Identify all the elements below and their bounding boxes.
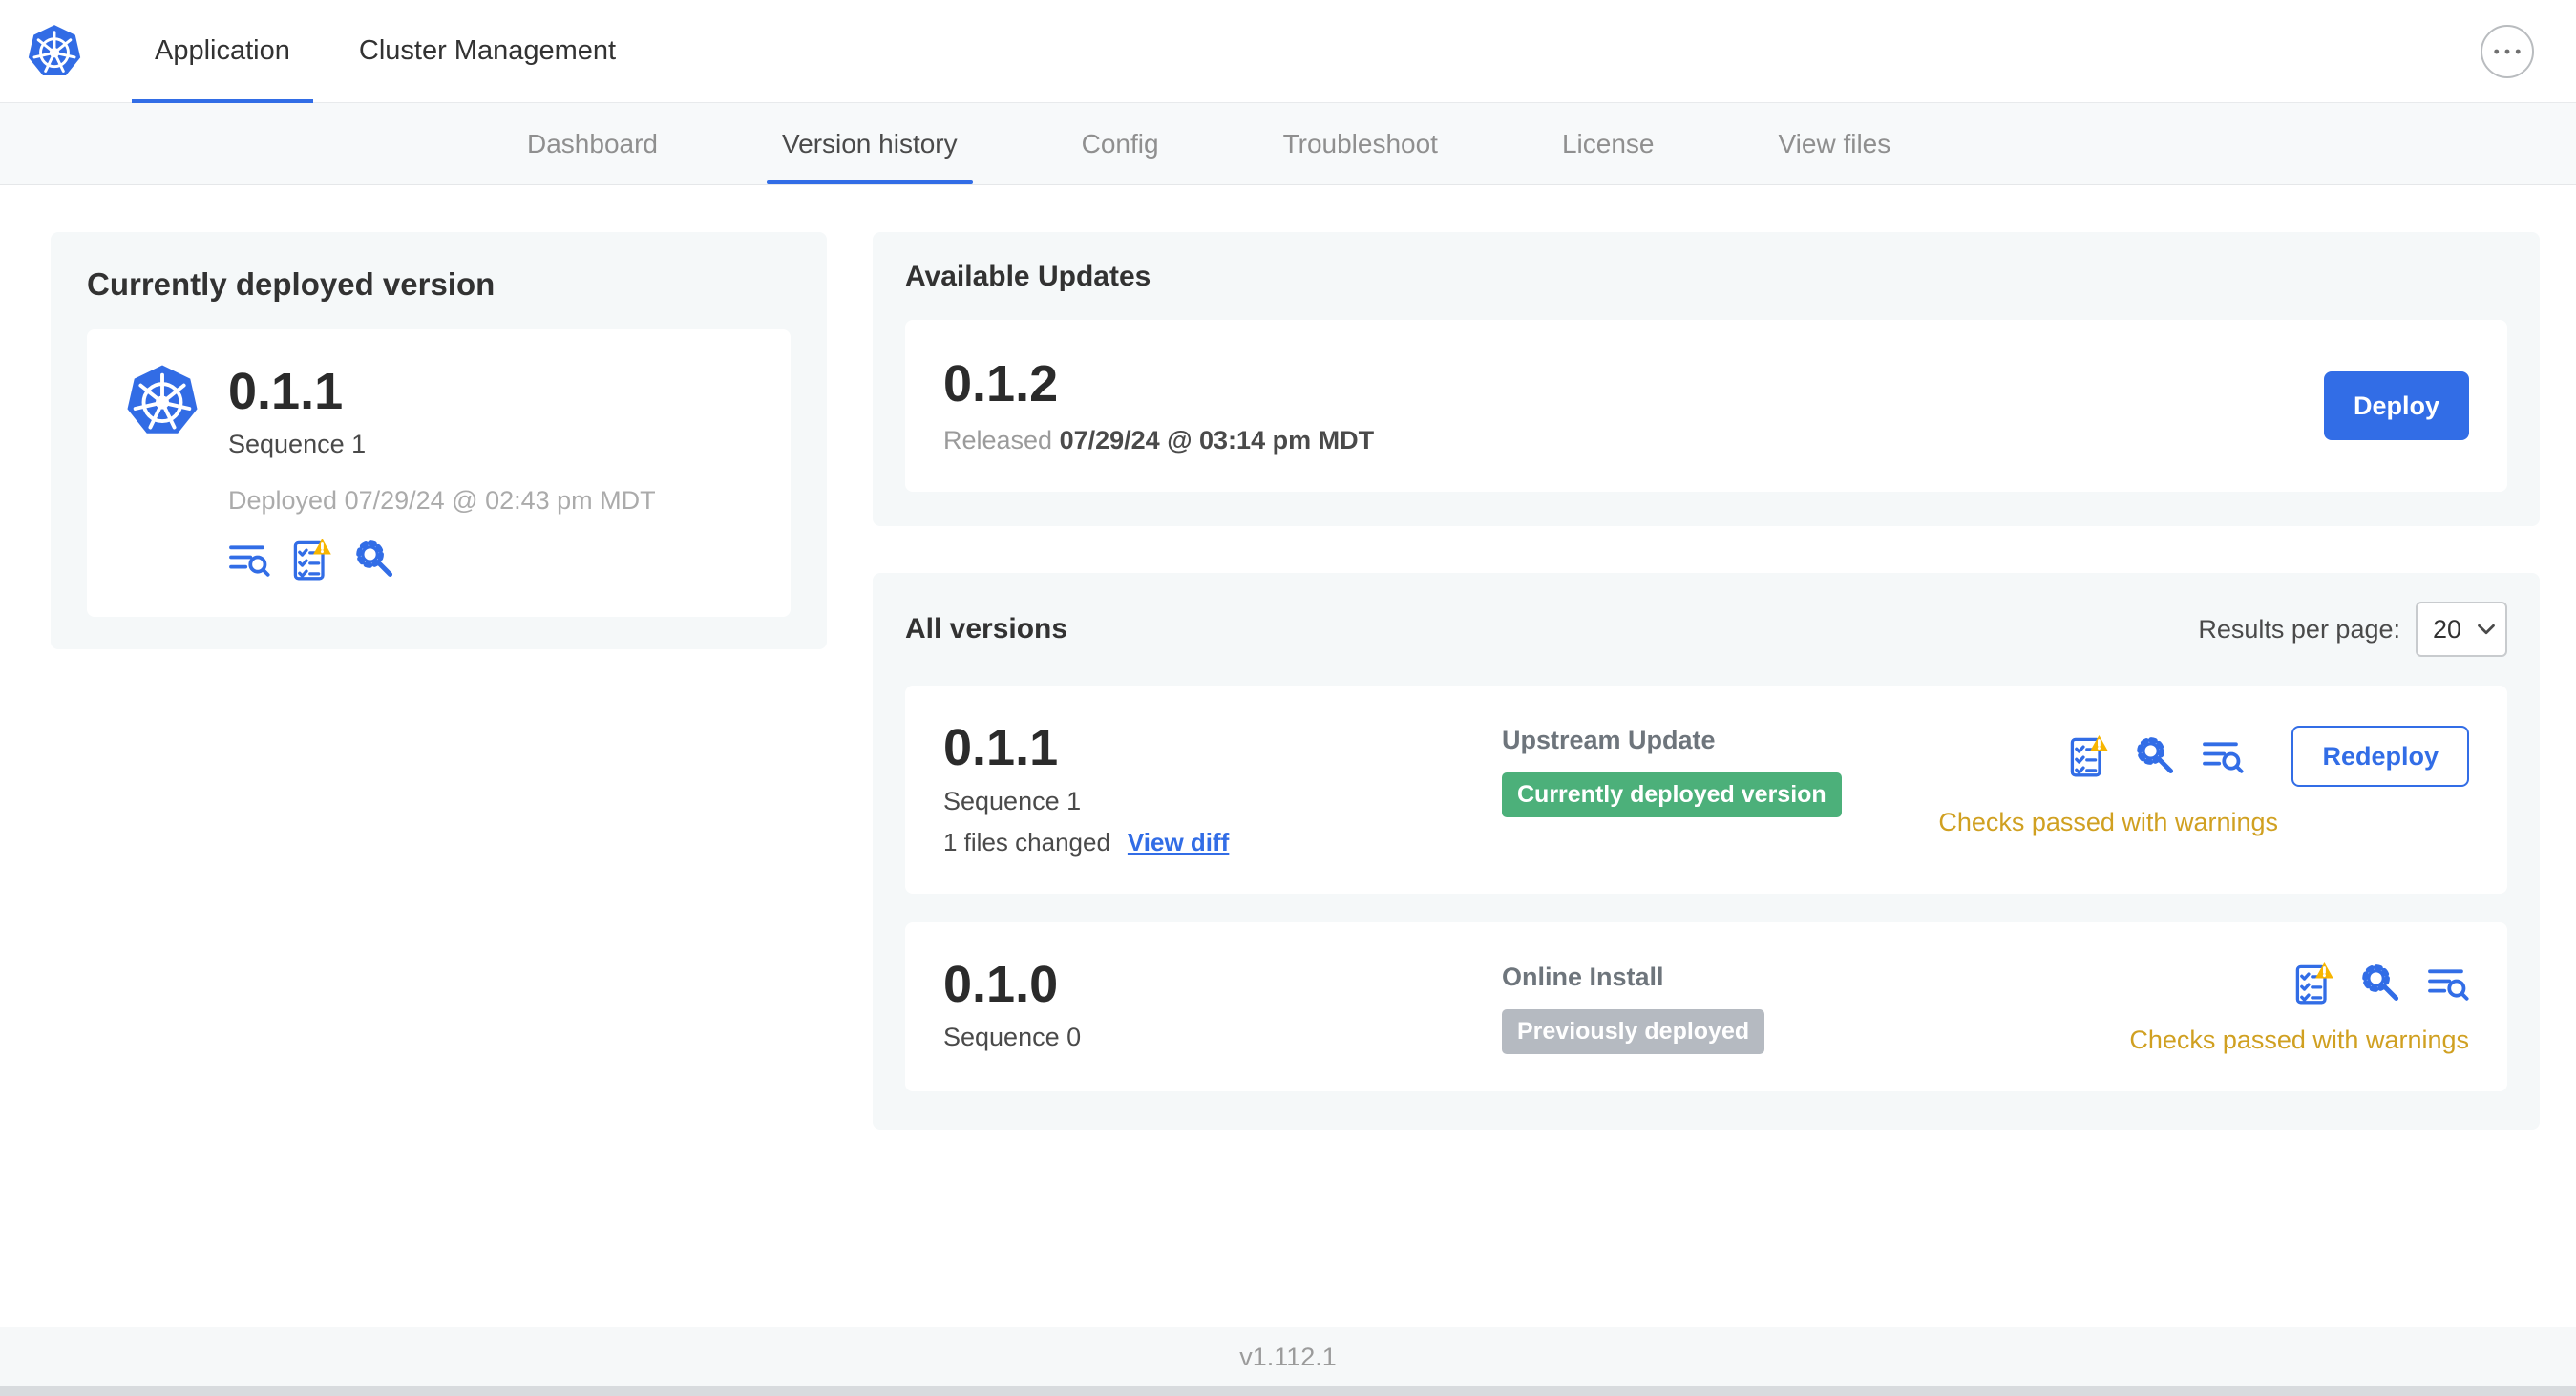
version-row-actions: Checks passed with warnings [2129,957,2469,1055]
update-released-line: Released 07/29/24 @ 03:14 pm MDT [943,426,1374,455]
tab-application[interactable]: Application [120,0,325,103]
subtab-troubleshoot[interactable]: Troubleshoot [1283,103,1438,184]
row-version-number: 0.1.1 [943,719,1059,777]
overflow-menu-button[interactable] [2481,24,2534,78]
available-updates-title: Available Updates [905,261,1151,292]
all-versions-title: All versions [905,613,1068,645]
row-source-label: Upstream Update [1502,726,1716,755]
results-per-page-label: Results per page: [2198,614,2400,644]
row-sequence: Sequence 0 [943,1023,1082,1052]
current-sequence: Sequence 1 [228,430,367,459]
status-badge: Currently deployed version [1502,772,1842,818]
config-icon[interactable] [2135,736,2175,776]
released-date: 07/29/24 @ 03:14 pm MDT [1059,426,1375,455]
app-logo [27,0,82,102]
version-row-info: 0.1.1 Sequence 1 1 files changed View dif… [943,719,1502,857]
tab-application-label: Application [155,35,290,66]
version-row: 0.1.1 Sequence 1 1 files changed View dif… [905,686,2507,894]
view-diff-link[interactable]: View diff [1128,828,1229,857]
row-sequence: Sequence 1 [943,786,1082,815]
subtab-version-history-label: Version history [781,128,958,159]
version-row: 0.1.0 Sequence 0 Online Install Previous… [905,921,2507,1091]
row-action-icons: Redeploy [2070,726,2469,788]
available-update-row: 0.1.2 Released 07/29/24 @ 03:14 pm MDT D… [905,320,2507,493]
config-icon[interactable] [2360,963,2400,1004]
right-column: Available Updates 0.1.2 Released 07/29/2… [873,232,2540,1130]
current-version-number: 0.1.1 [228,363,344,420]
subtab-config-label: Config [1081,128,1159,159]
version-row-source: Upstream Update Currently deployed versi… [1502,720,1938,818]
version-row-actions: Redeploy Checks passed with warnings [1938,720,2469,837]
subtab-config[interactable]: Config [1082,103,1159,184]
current-deployed-timestamp: Deployed 07/29/24 @ 02:43 pm MDT [228,486,656,516]
primary-nav: Application Cluster Management [120,0,650,103]
released-label: Released [943,426,1053,455]
preflight-checks-warning-icon[interactable] [293,539,331,581]
logs-icon[interactable] [2427,965,2469,1002]
tab-cluster-management-label: Cluster Management [358,35,617,66]
row-action-icons [2295,962,2469,1005]
top-header: Application Cluster Management [0,0,2576,103]
all-versions-header: All versions Results per page: 20 [905,602,2507,658]
row-source-label: Online Install [1502,962,1664,991]
footer: v1.112.1 [0,1327,2576,1386]
all-versions-card: All versions Results per page: 20 0.1.1 … [873,573,2540,1130]
checks-status: Checks passed with warnings [1938,808,2278,837]
preflight-checks-warning-icon[interactable] [2295,962,2333,1005]
subtab-dashboard[interactable]: Dashboard [527,103,658,184]
console-version: v1.112.1 [1239,1342,1337,1371]
main-content: Currently deployed version 0.1.1 Sequenc… [0,185,2576,1327]
results-per-page-select-wrap: 20 [2416,602,2507,658]
row-version-number: 0.1.0 [943,955,1059,1013]
app-subnav: Dashboard Version history Config Trouble… [0,103,2576,185]
subtab-version-history[interactable]: Version history [767,103,973,184]
logs-icon[interactable] [228,541,270,578]
bottom-bar [0,1386,2576,1396]
results-per-page-select[interactable]: 20 [2416,602,2507,658]
currently-deployed-version-card: 0.1.1 Sequence 1 Deployed 07/29/24 @ 02:… [87,329,791,618]
row-files-line: 1 files changed View diff [943,828,1502,857]
available-updates-card: Available Updates 0.1.2 Released 07/29/2… [873,232,2540,527]
current-version-actions [228,539,656,581]
currently-deployed-card: Currently deployed version 0.1.1 Sequenc… [51,232,827,650]
redeploy-button[interactable]: Redeploy [2291,726,2469,788]
checks-status: Checks passed with warnings [2129,1025,2469,1054]
kubernetes-logo-icon [27,24,82,79]
deploy-button[interactable]: Deploy [2324,371,2469,441]
currently-deployed-title: Currently deployed version [87,266,496,302]
version-row-info: 0.1.0 Sequence 0 [943,955,1502,1052]
status-badge: Previously deployed [1502,1008,1765,1054]
subtab-dashboard-label: Dashboard [527,128,658,159]
update-version-number: 0.1.2 [943,355,1059,412]
subtab-license[interactable]: License [1562,103,1655,184]
config-icon[interactable] [354,539,394,580]
files-changed-label: 1 files changed [943,827,1110,857]
subtab-view-files-label: View files [1778,128,1891,159]
tab-cluster-management[interactable]: Cluster Management [325,0,650,102]
preflight-checks-warning-icon[interactable] [2070,735,2108,777]
application-icon [125,364,200,581]
subtab-view-files[interactable]: View files [1778,103,1890,184]
logs-icon[interactable] [2202,738,2244,774]
subtab-license-label: License [1561,128,1655,159]
results-per-page: Results per page: 20 [2198,602,2507,658]
ellipsis-icon [2493,48,2522,55]
version-row-source: Online Install Previously deployed [1502,957,2129,1054]
kubernetes-logo-icon [125,364,200,438]
subtab-troubleshoot-label: Troubleshoot [1282,128,1438,159]
